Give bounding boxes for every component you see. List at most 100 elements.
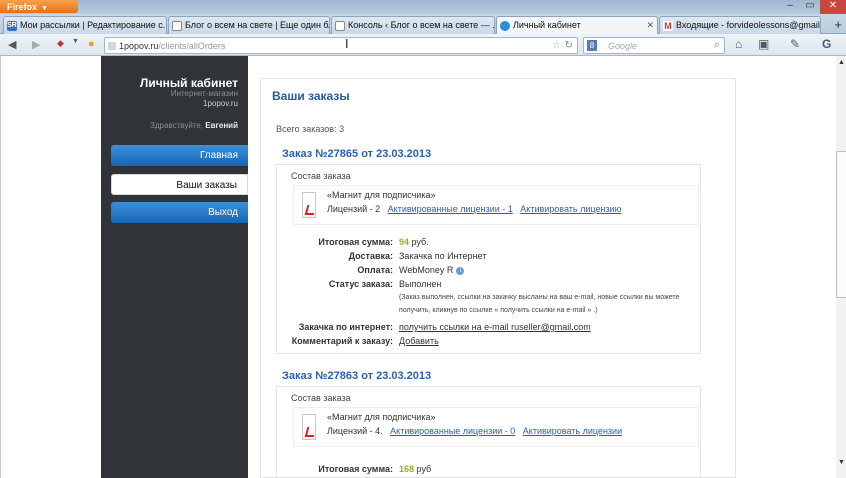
total-label: Итоговая сумма: [318, 464, 393, 474]
cabinet-title: Личный кабинет [139, 76, 238, 90]
tab-blog[interactable]: Блог о всем на свете | Еще один бл... [168, 16, 330, 34]
page-title: Ваши заказы [272, 89, 350, 103]
g-extension-icon[interactable]: G [822, 37, 831, 51]
url-path: /clients/allOrders [158, 41, 226, 51]
status-note: (Заказ выполнен, ссылки на закачку высла… [399, 294, 680, 314]
search-engine-icon[interactable]: 8 [587, 40, 597, 51]
text-cursor-icon: I [345, 37, 349, 51]
search-icon[interactable]: ⌕ [714, 39, 720, 52]
product-box-icon [302, 414, 316, 440]
site-identity-icon [108, 42, 116, 50]
total-amount: 94 [399, 237, 410, 247]
greeting-prefix: Здравствуйте, [150, 121, 204, 130]
currency: руб [416, 464, 432, 474]
status-value: Выполнен [399, 279, 442, 289]
tab-label: Мои рассылки | Редактирование с... [20, 20, 167, 30]
currency: руб. [411, 237, 429, 247]
tab-label: Блог о всем на свете | Еще один бл... [185, 20, 330, 30]
firefox-button-label: Firefox [7, 2, 38, 12]
activated-licenses-link[interactable]: Активированные лицензии - 0 [390, 426, 515, 436]
product-row: «Магнит для подписчика» Лицензий - 2 Акт… [293, 185, 699, 225]
page-icon [172, 21, 182, 31]
tab-gmail[interactable]: M Входящие - forvideolessons@gmail.... [659, 16, 821, 34]
product-box-icon [302, 192, 316, 218]
user-name: Евгений [205, 121, 238, 130]
tab-console[interactable]: Консоль ‹ Блог о всем на свете — ... [331, 16, 495, 34]
dropdown-icon[interactable]: ▼ [72, 38, 79, 45]
web-page: Личный кабинет Интернет-магазин 1popov.r… [0, 56, 846, 478]
cabinet-favicon-icon [500, 21, 510, 31]
download-label: Закачка по интернет: [298, 322, 393, 332]
cabinet-subtitle: Интернет-магазин [170, 89, 238, 98]
menu-main-button[interactable]: Главная [111, 145, 248, 166]
license-count: Лицензий - 2 [327, 204, 381, 214]
tools-icon[interactable]: ✎ [790, 37, 800, 51]
total-value: 94 руб. [399, 237, 429, 247]
minimize-button[interactable]: – [780, 0, 800, 14]
vertical-scrollbar[interactable]: ▲ ▼ [836, 56, 846, 478]
total-value: 168 руб [399, 464, 431, 474]
window-titlebar: Firefox ▼ – ▭ ✕ [0, 0, 846, 14]
bookmark-star-icon[interactable]: ☆ [552, 40, 561, 51]
get-links-link[interactable]: получить ссылки на e-mail ruseller@gmail… [399, 322, 591, 332]
payment-label: Оплата: [357, 265, 393, 275]
addon-icon[interactable]: ◆ [57, 38, 64, 49]
status-label: Статус заказа: [328, 279, 393, 289]
greeting: Здравствуйте, Евгений [150, 121, 238, 130]
home-icon[interactable]: ⌂ [735, 37, 742, 51]
screenshot-icon[interactable]: ▣ [758, 37, 769, 51]
scroll-up-icon[interactable]: ▲ [838, 59, 845, 66]
scroll-down-icon[interactable]: ▼ [838, 459, 845, 466]
back-icon[interactable]: ◀ [8, 38, 16, 51]
firefox-menu-button[interactable]: Firefox ▼ [0, 0, 78, 13]
info-icon[interactable]: i [456, 266, 465, 275]
payment-value: WebMoney Ri [399, 265, 465, 275]
url-bar[interactable]: 1popov.ru/clients/allOrders ☆ ↻ [104, 37, 578, 54]
total-amount: 168 [399, 464, 415, 474]
payment-method: WebMoney R [399, 265, 454, 275]
navigation-bar: ◀ ▶ ◆ ▼ ● 1popov.ru/clients/allOrders ☆ … [0, 34, 846, 56]
order-card: Заказ №27863 от 23.03.2013 Состав заказа… [276, 366, 701, 478]
url-host: 1popov.ru [119, 41, 159, 51]
close-window-button[interactable]: ✕ [820, 0, 846, 14]
product-licenses: Лицензий - 2 Активированные лицензии - 1… [327, 204, 621, 214]
product-name: «Магнит для подписчика» [327, 412, 436, 422]
cabinet-domain: 1popov.ru [203, 99, 238, 108]
delivery-label: Доставка: [348, 251, 393, 261]
activate-license-link[interactable]: Активировать лицензию [520, 204, 621, 214]
composition-label: Состав заказа [291, 393, 351, 403]
forward-icon[interactable]: ▶ [32, 38, 40, 51]
add-comment-link[interactable]: Добавить [399, 336, 439, 346]
new-tab-button[interactable]: + [834, 17, 842, 32]
license-count: Лицензий - 4. [327, 426, 383, 436]
tab-label: Входящие - forvideolessons@gmail.... [676, 20, 821, 30]
search-placeholder: Google [608, 41, 638, 51]
product-licenses: Лицензий - 4. Активированные лицензии - … [327, 426, 622, 436]
tab-cabinet[interactable]: Личный кабинет ✕ [496, 16, 658, 34]
total-orders: Всего заказов: 3 [276, 124, 345, 134]
delivery-value: Закачка по Интернет [399, 251, 487, 261]
order-title: Заказ №27863 от 23.03.2013 [282, 370, 432, 382]
product-name: «Магнит для подписчика» [327, 190, 436, 200]
maximize-button[interactable]: ▭ [800, 0, 820, 14]
composition-label: Состав заказа [291, 171, 351, 181]
activated-licenses-link[interactable]: Активированные лицензии - 1 [388, 204, 513, 214]
tab-label: Консоль ‹ Блог о всем на свете — ... [348, 20, 495, 30]
rss-icon[interactable]: ● [88, 38, 95, 50]
close-tab-icon[interactable]: ✕ [646, 20, 654, 31]
menu-logout-button[interactable]: Выход [111, 202, 248, 223]
order-title: Заказ №27865 от 23.03.2013 [282, 148, 432, 160]
menu-orders-button[interactable]: Ваши заказы [111, 174, 248, 195]
order-box: Состав заказа «Магнит для подписчика» Ли… [276, 386, 701, 478]
total-label: Итоговая сумма: [318, 237, 393, 247]
activate-license-link[interactable]: Активировать лицензии [523, 426, 622, 436]
tab-strip: SR Мои рассылки | Редактирование с... Бл… [0, 14, 846, 34]
chevron-down-icon: ▼ [41, 5, 48, 12]
page-icon [335, 21, 345, 31]
tab-mailing[interactable]: SR Мои рассылки | Редактирование с... [3, 16, 167, 34]
tab-label: Личный кабинет [513, 20, 581, 30]
order-box: Состав заказа «Магнит для подписчика» Ли… [276, 164, 701, 354]
search-input[interactable]: 8 Google ⌕ [583, 37, 725, 54]
scroll-thumb[interactable] [836, 151, 846, 298]
reload-icon[interactable]: ↻ [565, 40, 573, 51]
